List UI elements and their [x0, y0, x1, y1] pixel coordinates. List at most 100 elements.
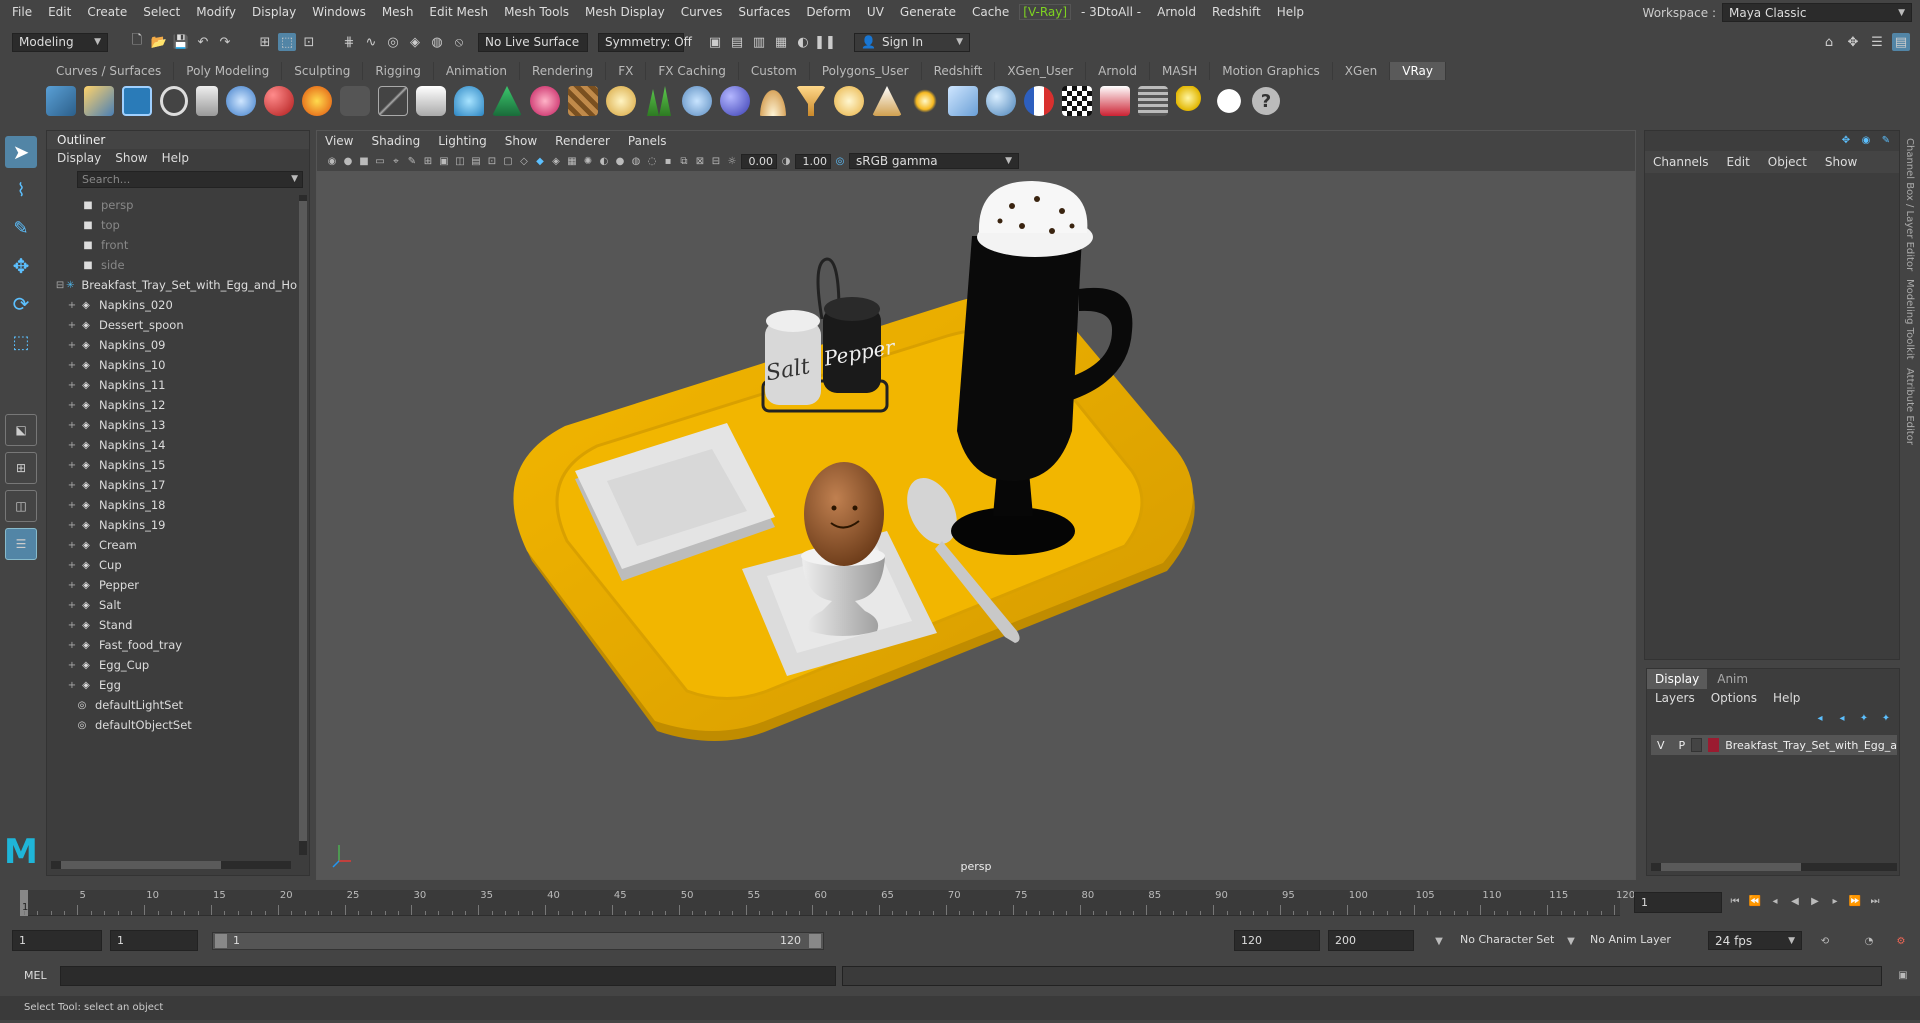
shelf-tab-arnold[interactable]: Arnold [1086, 62, 1151, 80]
layer-menu-options[interactable]: Options [1711, 689, 1757, 707]
safe-action-icon[interactable]: ▢ [501, 154, 515, 168]
menu-create[interactable]: Create [79, 5, 135, 19]
vray-sphere-light-icon[interactable] [720, 86, 750, 116]
snap-view-icon[interactable]: ◈ [406, 33, 424, 51]
menu-edit[interactable]: Edit [40, 5, 79, 19]
vray-sun-icon[interactable] [910, 86, 940, 116]
outliner-item-camera[interactable]: ■ persp [47, 195, 297, 215]
menu-mesh-display[interactable]: Mesh Display [577, 5, 673, 19]
layer-color-swatch[interactable] [1708, 738, 1720, 752]
image-plane-icon[interactable]: ▭ [373, 154, 387, 168]
channel-box-menu-channels[interactable]: Channels [1653, 151, 1709, 173]
outliner-item-mesh[interactable]: + ◈ Egg_Cup [47, 655, 297, 675]
auto-key-icon[interactable]: ◔ [1862, 934, 1876, 948]
snap-curve-icon[interactable]: ∿ [362, 33, 380, 51]
motion-blur-icon[interactable]: ◍ [629, 154, 643, 168]
vray-gear-icon[interactable] [682, 86, 712, 116]
shelf-tab-poly-modeling[interactable]: Poly Modeling [174, 62, 283, 80]
vray-sun-dome-icon[interactable] [758, 86, 788, 116]
outliner-item-mesh[interactable]: + ◈ Fast_food_tray [47, 635, 297, 655]
channel-box-toggle-icon[interactable]: ◉ [1859, 133, 1873, 147]
wireframe-icon[interactable]: ◇ [517, 154, 531, 168]
current-frame-field[interactable]: 1 [1634, 892, 1722, 913]
vray-light-lister-icon[interactable] [1176, 86, 1206, 116]
character-set-label[interactable]: No Character Set [1460, 933, 1554, 946]
bookmark-icon[interactable]: ■ [357, 154, 371, 168]
menu-display[interactable]: Display [244, 5, 304, 19]
channel-box-menu-object[interactable]: Object [1768, 151, 1807, 173]
expand-toggle-icon[interactable]: + [65, 500, 79, 511]
outliner-item-mesh[interactable]: + ◈ Napkins_11 [47, 375, 297, 395]
viewport-panel[interactable]: View Shading Lighting Show Renderer Pane… [316, 130, 1636, 880]
menu-uv[interactable]: UV [859, 5, 892, 19]
new-layer-from-selected-icon[interactable]: ✦ [1879, 711, 1893, 725]
symmetry-dropdown[interactable]: Symmetry: Off [598, 32, 692, 52]
outliner-item-mesh[interactable]: + ◈ Napkins_12 [47, 395, 297, 415]
channel-box-pin-icon[interactable]: ✥ [1839, 133, 1853, 147]
viewport-menu-lighting[interactable]: Lighting [438, 131, 487, 151]
outliner-item-group[interactable]: ⊟ ✳ Breakfast_Tray_Set_with_Egg_and_Ho [47, 275, 297, 295]
resolution-gate-icon[interactable]: ◫ [453, 154, 467, 168]
live-surface-field[interactable]: No Live Surface [478, 32, 588, 52]
vray-plane-icon[interactable] [378, 86, 408, 116]
outliner-item-set[interactable]: ◎ defaultLightSet [47, 695, 297, 715]
menu-cache[interactable]: Cache [964, 5, 1017, 19]
select-camera-icon[interactable]: ◉ [325, 154, 339, 168]
shelf-tab-fx-caching[interactable]: FX Caching [646, 62, 739, 80]
grid-icon[interactable]: ⊞ [421, 154, 435, 168]
single-perspective-layout-icon[interactable]: ⬕ [5, 414, 37, 446]
expand-toggle-icon[interactable]: + [65, 600, 79, 611]
sign-in-button[interactable]: 👤 Sign In ▼ [854, 32, 970, 52]
menu-help[interactable]: Help [1269, 5, 1312, 19]
outliner-item-mesh[interactable]: + ◈ Napkins_10 [47, 355, 297, 375]
channel-box-menu-edit[interactable]: Edit [1727, 151, 1750, 173]
expand-toggle-icon[interactable]: + [65, 620, 79, 631]
viewport-menu-view[interactable]: View [325, 131, 353, 151]
expand-toggle-icon[interactable]: + [65, 660, 79, 671]
new-scene-icon[interactable]: 🗋 [128, 33, 146, 51]
shelf-tab-mash[interactable]: MASH [1150, 62, 1211, 80]
vray-blend-material-icon[interactable] [264, 86, 294, 116]
rotate-tool-icon[interactable]: ⟳ [5, 288, 37, 320]
expand-toggle-icon[interactable]: + [65, 460, 79, 471]
side-tab-attribute-editor[interactable]: Attribute Editor [1904, 368, 1915, 445]
vray-sphere-icon[interactable] [986, 86, 1016, 116]
layer-tab-display[interactable]: Display [1647, 669, 1708, 689]
colorspace-dropdown[interactable]: sRGB gamma ▼ [849, 153, 1019, 169]
viewport-menu-show[interactable]: Show [505, 131, 537, 151]
viewport-menu-panels[interactable]: Panels [628, 131, 667, 151]
time-slider-track[interactable]: 1 5 10 15 20 25 30 35 40 45 50 55 60 65 70 75 80 85 90 95 1… [20, 890, 1635, 916]
xray-icon[interactable]: ⊠ [693, 154, 707, 168]
isolate-select-icon[interactable]: ⧉ [677, 154, 691, 168]
step-back-frame-icon[interactable]: ◂ [1768, 894, 1782, 908]
vray-scene-icon[interactable] [46, 86, 76, 116]
shelf-tab-rendering[interactable]: Rendering [520, 62, 607, 80]
outliner-item-mesh[interactable]: + ◈ Napkins_13 [47, 415, 297, 435]
render-view-icon[interactable]: ▣ [706, 33, 724, 51]
outliner-item-mesh[interactable]: + ◈ Cream [47, 535, 297, 555]
modeling-toolkit-toggle-icon[interactable]: ⌂ [1820, 33, 1838, 51]
expand-toggle-icon[interactable]: + [65, 340, 79, 351]
film-gate-icon[interactable]: ▣ [437, 154, 451, 168]
save-scene-icon[interactable]: 💾 [172, 33, 190, 51]
vray-spot-light-icon[interactable] [796, 86, 826, 116]
shelf-tab-animation[interactable]: Animation [434, 62, 520, 80]
layer-playback-toggle[interactable]: P [1679, 739, 1686, 752]
layer-display-type[interactable] [1691, 738, 1703, 752]
vray-material-icon[interactable] [226, 86, 256, 116]
layer-tab-anim[interactable]: Anim [1709, 669, 1756, 689]
undo-icon[interactable]: ↶ [194, 33, 212, 51]
move-layer-down-icon[interactable]: ◂ [1835, 711, 1849, 725]
outliner-item-set[interactable]: ◎ defaultObjectSet [47, 715, 297, 735]
animation-end-field[interactable]: 200 [1328, 930, 1414, 951]
menu-surfaces[interactable]: Surfaces [730, 5, 798, 19]
shelf-tab-xgen-user[interactable]: XGen_User [995, 62, 1087, 80]
menu-arnold[interactable]: Arnold [1149, 5, 1204, 19]
animation-prefs-icon[interactable]: ⚙ [1894, 934, 1908, 948]
menu-set-dropdown[interactable]: Modeling ▼ [12, 32, 108, 52]
vray-texture-icon[interactable] [568, 86, 598, 116]
hypershade-icon[interactable]: ◐ [794, 33, 812, 51]
3d-scene[interactable]: Salt Pepper persp [317, 171, 1635, 879]
menu-select[interactable]: Select [135, 5, 188, 19]
exposure-field[interactable]: 0.00 [741, 153, 777, 169]
